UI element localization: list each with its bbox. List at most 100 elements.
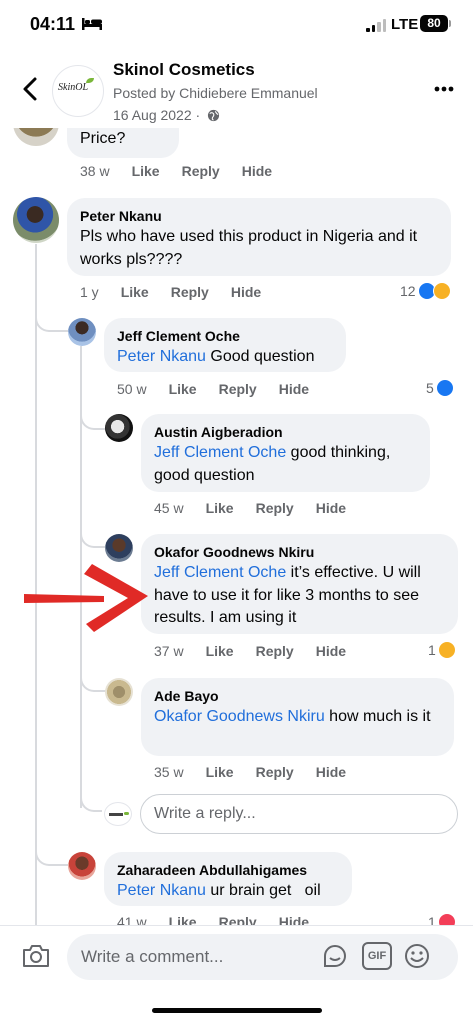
page-avatar[interactable]: SkinOL bbox=[52, 65, 104, 117]
comment-author[interactable]: Ade Bayo bbox=[154, 686, 441, 706]
hide-button[interactable]: Hide bbox=[279, 381, 309, 397]
red-arrow-annotation bbox=[24, 564, 148, 632]
sleep-focus-icon bbox=[82, 18, 102, 30]
hide-button[interactable]: Hide bbox=[242, 163, 272, 179]
comment-input[interactable]: Write a comment... bbox=[67, 934, 458, 980]
signal-icon bbox=[366, 18, 386, 32]
comment-text: Jeff Clement Oche good thinking, good qu… bbox=[154, 442, 417, 487]
comment-author[interactable]: Austin Aigberadion bbox=[154, 422, 417, 442]
mention-link[interactable]: Jeff Clement Oche bbox=[154, 444, 286, 461]
logo-text: SkinOL bbox=[58, 82, 88, 93]
hide-button[interactable]: Hide bbox=[231, 284, 261, 300]
reaction-count-text: 1 bbox=[428, 642, 436, 658]
reaction-count-text: 5 bbox=[426, 380, 434, 396]
emoji-icon[interactable] bbox=[403, 942, 431, 970]
comment-actions: 1 y Like Reply Hide bbox=[80, 284, 283, 300]
comment-actions: 37 w Like Reply Hide bbox=[154, 643, 368, 659]
mention-link[interactable]: Peter Nkanu bbox=[117, 348, 206, 365]
comment-body: how much is it bbox=[324, 708, 431, 725]
avatar[interactable] bbox=[105, 414, 133, 442]
comment-text: Price? bbox=[80, 130, 126, 147]
post-date: 16 Aug 2022 · bbox=[113, 107, 220, 123]
sticker-icon[interactable] bbox=[321, 942, 349, 970]
avatar[interactable] bbox=[68, 852, 96, 880]
comment-time: 37 w bbox=[154, 643, 184, 659]
thread-connector bbox=[35, 300, 68, 332]
haha-reaction-icon bbox=[437, 641, 456, 659]
comment-body: ur brain get oil bbox=[205, 882, 321, 899]
comment-bubble: Peter Nkanu Pls who have used this produ… bbox=[67, 198, 451, 276]
comment-text: Peter Nkanu Good question bbox=[117, 346, 333, 369]
comment-text: Pls who have used this product in Nigeri… bbox=[80, 228, 418, 268]
comment-actions: 50 w Like Reply Hide bbox=[117, 381, 331, 397]
like-button[interactable]: Like bbox=[169, 381, 197, 397]
more-options-icon[interactable] bbox=[434, 86, 454, 92]
posted-by: Posted by Chidiebere Emmanuel bbox=[113, 85, 318, 101]
post-date-text: 16 Aug 2022 · bbox=[113, 107, 201, 123]
comment-body: Good question bbox=[205, 348, 315, 365]
mention-link[interactable]: Okafor Goodnews Nkiru bbox=[154, 708, 325, 725]
comment-time: 50 w bbox=[117, 381, 147, 397]
post-header: SkinOL Skinol Cosmetics Posted by Chidie… bbox=[0, 50, 473, 128]
like-button[interactable]: Like bbox=[206, 500, 234, 516]
reaction-count[interactable]: 12 bbox=[400, 282, 451, 300]
thread-connector bbox=[35, 834, 68, 866]
status-bar: 04:11 LTE 80 bbox=[0, 0, 473, 50]
comment-text: Jeff Clement Oche it’s effective. U will… bbox=[154, 562, 445, 630]
comment-author[interactable]: Zaharadeen Abdullahigames bbox=[117, 860, 339, 880]
reply-button[interactable]: Reply bbox=[171, 284, 209, 300]
back-arrow-icon[interactable] bbox=[20, 76, 42, 102]
avatar[interactable] bbox=[105, 678, 133, 706]
like-button[interactable]: Like bbox=[132, 163, 160, 179]
globe-icon bbox=[208, 109, 220, 122]
hide-button[interactable]: Hide bbox=[316, 764, 346, 780]
avatar[interactable] bbox=[68, 318, 96, 346]
like-button[interactable]: Like bbox=[121, 284, 149, 300]
reaction-count[interactable]: 1 bbox=[428, 641, 456, 659]
comment-time: 45 w bbox=[154, 500, 184, 516]
reply-button[interactable]: Reply bbox=[219, 381, 257, 397]
reply-button[interactable]: Reply bbox=[256, 500, 294, 516]
page-avatar-small bbox=[104, 802, 132, 826]
comment-author[interactable]: Peter Nkanu bbox=[80, 206, 438, 226]
comment-bubble: Okafor Goodnews Nkiru Jeff Clement Oche … bbox=[141, 534, 458, 634]
reply-button[interactable]: Reply bbox=[256, 643, 294, 659]
skinol-logo-icon bbox=[109, 812, 129, 816]
avatar[interactable] bbox=[13, 197, 59, 243]
hide-button[interactable]: Hide bbox=[316, 643, 346, 659]
reaction-count[interactable]: 5 bbox=[426, 379, 454, 397]
comment-author[interactable]: Jeff Clement Oche bbox=[117, 326, 333, 346]
haha-reaction-icon bbox=[432, 282, 451, 300]
like-reaction-icon bbox=[435, 379, 454, 397]
comment-bubble: Zaharadeen Abdullahigames Peter Nkanu ur… bbox=[104, 852, 352, 906]
comment-time: 1 y bbox=[80, 284, 99, 300]
comment-text: Peter Nkanu ur brain get oil bbox=[117, 880, 339, 903]
hide-button[interactable]: Hide bbox=[316, 500, 346, 516]
comment-actions: 35 w Like Reply Hide bbox=[154, 764, 368, 780]
gif-button[interactable]: GIF bbox=[362, 942, 392, 970]
comment-bubble: Austin Aigberadion Jeff Clement Oche goo… bbox=[141, 414, 430, 492]
comment-bubble: Jeff Clement Oche Peter Nkanu Good quest… bbox=[104, 318, 346, 372]
reply-input[interactable]: Write a reply... bbox=[140, 794, 458, 834]
reply-button[interactable]: Reply bbox=[256, 764, 294, 780]
clock: 04:11 bbox=[30, 14, 76, 34]
network-type: LTE bbox=[391, 16, 419, 33]
like-button[interactable]: Like bbox=[206, 764, 234, 780]
like-button[interactable]: Like bbox=[206, 643, 234, 659]
page-name[interactable]: Skinol Cosmetics bbox=[113, 60, 255, 80]
camera-icon[interactable] bbox=[21, 943, 51, 969]
reply-button[interactable]: Reply bbox=[182, 163, 220, 179]
comment-composer: Write a comment... GIF bbox=[0, 925, 473, 1024]
comment-actions: 38 w Like Reply Hide bbox=[80, 163, 294, 179]
mention-link[interactable]: Jeff Clement Oche bbox=[154, 564, 286, 581]
leaf-icon bbox=[86, 78, 94, 83]
comment-author[interactable]: Okafor Goodnews Nkiru bbox=[154, 542, 445, 562]
thread-connector bbox=[80, 520, 107, 548]
comment-actions: 45 w Like Reply Hide bbox=[154, 500, 368, 516]
home-indicator bbox=[152, 1008, 322, 1013]
comment-text: Okafor Goodnews Nkiru how much is it bbox=[154, 706, 441, 729]
thread-connector bbox=[80, 786, 102, 812]
mention-link[interactable]: Peter Nkanu bbox=[117, 882, 206, 899]
comment-time: 35 w bbox=[154, 764, 184, 780]
reaction-count-text: 12 bbox=[400, 283, 416, 299]
